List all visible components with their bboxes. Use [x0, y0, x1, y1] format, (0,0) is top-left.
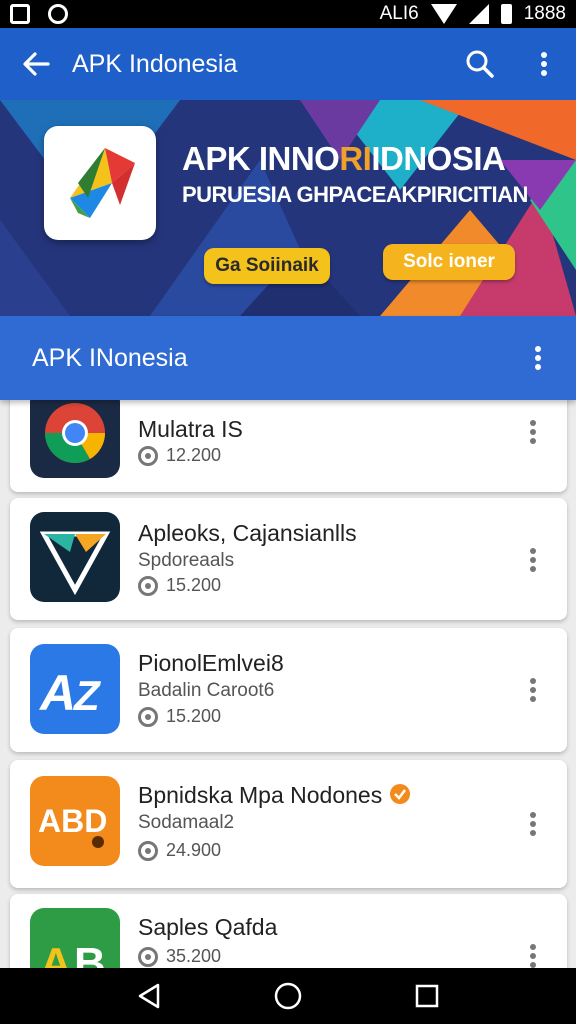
carrier-label: ΑLI6: [379, 3, 419, 24]
arrow-left-icon: [23, 52, 50, 76]
aa-icon: A B: [30, 908, 120, 968]
app-card[interactable]: Mulatra IS 12.200: [10, 400, 567, 492]
nav-recents-button[interactable]: [407, 976, 447, 1016]
banner-app-logo: [44, 126, 156, 240]
verified-badge-icon: [389, 784, 410, 804]
app-card[interactable]: ABD Bpnidska Mpa Nodones Sodamaal2 24.90…: [10, 760, 567, 888]
app-name: Bpnidska Mpa Nodones: [138, 782, 411, 809]
svg-text:B: B: [74, 939, 106, 968]
section-menu-button[interactable]: [500, 316, 576, 400]
section-title: APK INonesia: [32, 343, 188, 372]
more-vert-icon: [530, 944, 536, 968]
search-button[interactable]: [448, 28, 512, 100]
app-menu-button[interactable]: [513, 804, 553, 844]
app-list: Mulatra IS 12.200 Apleoks, Cajansianlls: [0, 400, 576, 968]
status-bar: ΑLI6 1888: [0, 0, 576, 28]
app-icon: [48, 4, 68, 24]
app-card[interactable]: Apleoks, Cajansianlls Spdoreaals 15.200: [10, 498, 567, 620]
banner-button-primary[interactable]: Ga Soiinaik: [204, 248, 330, 284]
more-vert-icon: [530, 678, 536, 702]
more-vert-icon: [541, 52, 547, 76]
nav-back-button[interactable]: [129, 976, 169, 1016]
translate-icon: A Z: [30, 644, 120, 734]
download-count-icon: [138, 575, 158, 596]
app-menu-button[interactable]: [513, 540, 553, 580]
app-downloads: 15.200: [138, 575, 221, 596]
signal-icon: [468, 4, 489, 24]
banner-headline: APK INNORIIDNOSIA: [182, 140, 506, 177]
app-category: Sodamaal2: [138, 812, 235, 833]
more-vert-icon: [530, 812, 536, 836]
search-icon: [466, 50, 494, 78]
app-category: Spdoreaals: [138, 550, 235, 571]
battery-icon: [500, 4, 512, 24]
section-header: APK INonesia: [0, 316, 576, 400]
app-downloads: 12.200: [138, 445, 221, 466]
back-button[interactable]: [0, 28, 72, 100]
chrome-icon: [30, 400, 120, 478]
abd-icon: ABD: [30, 776, 120, 866]
promo-banner[interactable]: APK INNORIIDNOSIA PURUESIA GHPACEAKPIRIC…: [0, 100, 576, 316]
nav-home-button[interactable]: [268, 976, 308, 1016]
app-menu-button[interactable]: [513, 412, 553, 452]
app-downloads: 15.200: [138, 706, 221, 727]
image-icon: [10, 4, 30, 24]
app-name: Mulatra IS: [138, 416, 243, 442]
apk-logo-icon: [70, 148, 135, 218]
download-count-icon: [138, 445, 158, 466]
app-bar: APK Indonesia: [0, 28, 576, 100]
nav-home-icon: [274, 982, 302, 1010]
app-name: Saples Qafda: [138, 914, 278, 940]
more-vert-icon: [530, 548, 536, 572]
more-vert-icon: [535, 346, 541, 370]
svg-text:ABD: ABD: [38, 803, 107, 839]
banner-subline: PURUESIA GHPACEAKPIRICITIAN: [182, 182, 528, 207]
svg-text:Z: Z: [73, 672, 101, 719]
app-card[interactable]: A B Saples Qafda 35.200: [10, 894, 567, 968]
navigation-bar: [0, 968, 576, 1024]
app-category: Badalin Caroot6: [138, 680, 275, 701]
download-count-icon: [138, 946, 158, 967]
wifi-icon: [430, 4, 457, 24]
app-name: Apleoks, Cajansianlls: [138, 520, 357, 546]
nav-back-icon: [139, 983, 160, 1009]
more-vert-icon: [530, 420, 536, 444]
vpn-shield-icon: [30, 512, 120, 602]
app-menu-button[interactable]: [513, 936, 553, 968]
download-count-icon: [138, 706, 158, 727]
download-count-icon: [138, 840, 158, 861]
app-card[interactable]: A Z PionolEmlvei8 Badalin Caroot6 15.200: [10, 628, 567, 752]
overflow-menu-button[interactable]: [512, 28, 576, 100]
app-name: PionolEmlvei8: [138, 650, 284, 676]
screen: ΑLI6 1888 APK Indonesia APK INNORIIDNOSI…: [0, 0, 576, 1024]
clock: 1888: [523, 3, 566, 24]
svg-text:A: A: [38, 665, 76, 721]
nav-recents-icon: [415, 984, 438, 1008]
svg-text:A: A: [40, 939, 72, 968]
app-downloads: 24.900: [138, 840, 221, 861]
banner-button-secondary[interactable]: Solc ioner: [383, 244, 515, 280]
app-bar-title: APK Indonesia: [72, 49, 238, 78]
app-downloads: 35.200: [138, 946, 221, 967]
app-menu-button[interactable]: [513, 670, 553, 710]
